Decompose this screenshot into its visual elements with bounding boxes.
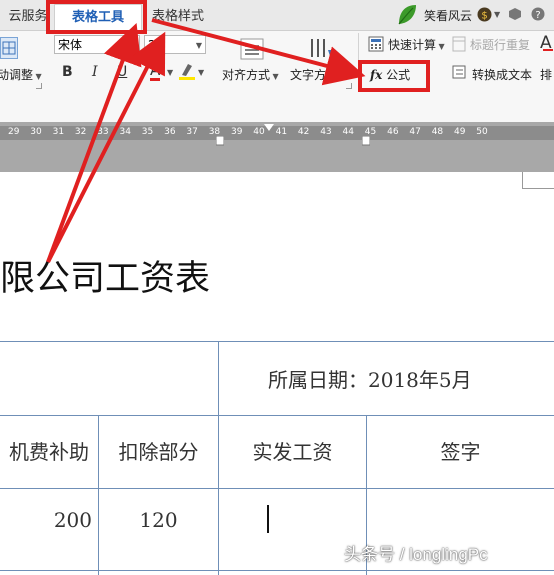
cell-deductions[interactable]: 120	[99, 508, 218, 532]
quick-calc-button[interactable]: 快速计算 ▼	[388, 36, 445, 53]
font-color-dropdown-icon[interactable]: ▼	[167, 68, 173, 77]
cell-phone-subsidy[interactable]: 200	[0, 508, 92, 532]
help-icon[interactable]: ?	[531, 7, 545, 21]
ruler-number: 31	[52, 127, 65, 137]
leaf-logo-icon	[398, 5, 416, 25]
user-name[interactable]: 笑看风云	[424, 7, 472, 24]
font-name-value: 宋体	[58, 38, 83, 52]
ruler-number: 37	[186, 127, 198, 137]
align-button[interactable]: 对齐方式 ▼	[222, 66, 279, 83]
italic-button[interactable]: I	[92, 64, 98, 80]
font-size-select[interactable]: 20 ▼	[144, 35, 206, 54]
text-direction-icon[interactable]	[306, 36, 334, 60]
font-color-button[interactable]: A	[150, 62, 161, 81]
ruler-indent-marker-icon[interactable]	[264, 124, 274, 132]
ruler-number: 44	[342, 127, 354, 137]
header-net-pay[interactable]: 实发工资	[219, 436, 366, 465]
annotation-box-formula	[358, 60, 430, 92]
auto-adjust-button[interactable]: 自动调整 ▼	[0, 66, 42, 83]
convert-text-icon[interactable]	[452, 65, 468, 81]
skin-icon[interactable]	[508, 7, 522, 21]
ruler-number: 39	[231, 127, 243, 137]
coin-badge-icon[interactable]: $	[477, 7, 492, 22]
align-icon[interactable]	[240, 38, 264, 60]
quick-calc-label: 快速计算	[388, 38, 437, 52]
table-border	[0, 415, 554, 416]
ribbon-panel: 自动调整 ▼ 宋体 20▼ B I U A ▼ ▼ 对齐方式 ▼ 文字方向 快速…	[0, 31, 554, 122]
header-repeat-button[interactable]: 标题行重复	[470, 36, 530, 53]
svg-text:$: $	[481, 11, 487, 22]
table-grid-icon[interactable]	[0, 37, 18, 59]
ruler-number: 43	[320, 127, 332, 137]
auto-adjust-label: 自动调整	[0, 68, 34, 82]
text-direction-button[interactable]: 文字方向	[290, 66, 338, 83]
underline-button[interactable]: U	[117, 64, 127, 80]
ruler-number: 47	[409, 127, 421, 137]
align-label: 对齐方式	[222, 68, 271, 82]
date-label: 所属日期：	[268, 368, 368, 392]
ruler-number: 33	[97, 127, 109, 137]
annotation-box-table-tools	[46, 0, 147, 34]
header-repeat-icon	[452, 36, 466, 52]
font-name-select[interactable]: 宋体	[54, 35, 140, 54]
bold-button[interactable]: B	[62, 64, 73, 80]
tab-cloud-service[interactable]: 云服务	[6, 4, 50, 30]
header-deductions[interactable]: 扣除部分	[99, 436, 218, 465]
sort-button[interactable]: 排	[540, 66, 552, 83]
ruler-column-marker-icon[interactable]	[216, 136, 224, 146]
document-title[interactable]: 限公司工资表	[0, 250, 210, 301]
ruler-numbers: 29 30 31 32 33 34 35 36 37 38 39 40 41 42 43 44 45 46 47 48…	[0, 126, 554, 140]
ruler-number: 34	[119, 127, 131, 137]
group-launcher-icon[interactable]	[36, 83, 42, 89]
ruler-number: 35	[141, 127, 154, 137]
ruler-number: 36	[164, 127, 176, 137]
user-dropdown-icon[interactable]: ▼	[494, 10, 500, 19]
highlight-icon[interactable]	[178, 61, 196, 81]
date-cell[interactable]: 所属日期：2018年5月	[268, 364, 472, 393]
svg-text:?: ?	[535, 10, 540, 21]
ruler-number: 48	[431, 127, 444, 137]
date-value: 2018年5月	[368, 368, 472, 392]
text-direction-label: 文字方向	[290, 68, 339, 82]
tab-table-style[interactable]: 表格样式	[146, 4, 210, 30]
document-page[interactable]: 限公司工资表 所属日期：2018年5月 机费补助 扣除部分 实发工资 签字 20…	[0, 172, 554, 575]
ruler-number: 29	[8, 127, 20, 137]
table-border	[0, 341, 554, 342]
font-size-value: 20	[148, 38, 164, 52]
ruler-number: 49	[454, 127, 466, 137]
ruler-number: 46	[387, 127, 399, 137]
ruler-number: 50	[476, 127, 488, 137]
text-format-icon[interactable]: A	[540, 33, 553, 53]
ruler-column-marker-icon[interactable]	[362, 136, 370, 146]
ruler-number: 30	[30, 127, 42, 137]
highlight-dropdown-icon[interactable]: ▼	[198, 68, 204, 77]
ruler-number: 42	[297, 127, 310, 137]
watermark: 头条号 / longlingPc	[344, 545, 488, 564]
calculator-icon[interactable]	[368, 36, 384, 52]
table-border	[0, 570, 554, 571]
ruler-number: 41	[275, 127, 288, 137]
ruler-number: 32	[74, 127, 87, 137]
page-corner-mark	[522, 172, 554, 189]
group-launcher-icon[interactable]	[346, 83, 352, 89]
convert-to-text-button[interactable]: 转换成文本	[472, 66, 532, 83]
header-signature[interactable]: 签字	[367, 436, 554, 465]
header-phone-subsidy[interactable]: 机费补助	[0, 436, 98, 465]
